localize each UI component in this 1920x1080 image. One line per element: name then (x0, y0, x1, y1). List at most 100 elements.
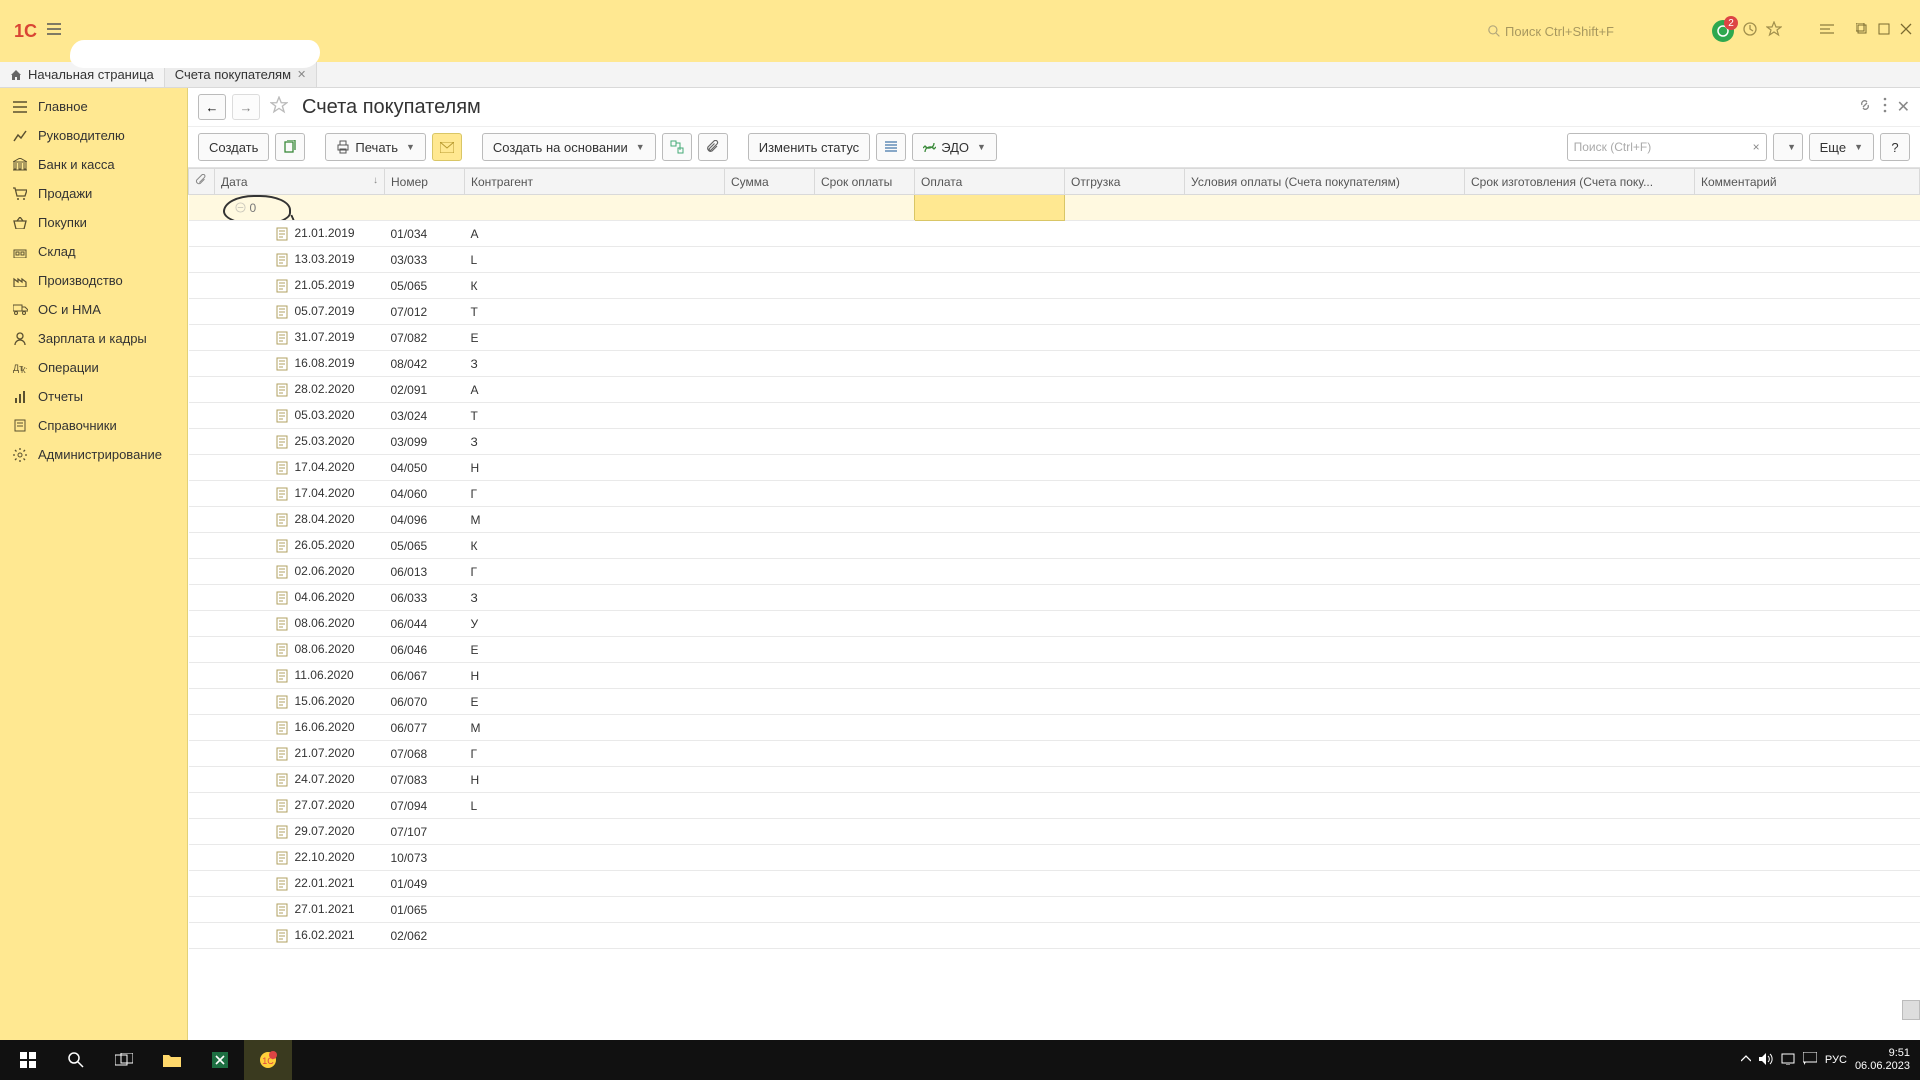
table-row[interactable]: 28.02.202002/091А (189, 377, 1920, 403)
tray-action-center-icon[interactable] (1803, 1052, 1817, 1068)
sidebar-item-7[interactable]: ОС и НМА (0, 295, 187, 324)
print-button[interactable]: Печать▼ (325, 133, 426, 161)
table-row[interactable]: 25.03.202003/099З (189, 429, 1920, 455)
tray-chevron-icon[interactable] (1741, 1054, 1751, 1066)
nav-back-button[interactable]: ← (198, 94, 226, 120)
envelope-button[interactable] (432, 133, 462, 161)
toolbar-search[interactable]: Поиск (Ctrl+F) × (1567, 133, 1767, 161)
col-mfg-date[interactable]: Срок изготовления (Счета поку... (1465, 169, 1695, 195)
table-row[interactable]: 28.04.202004/096М (189, 507, 1920, 533)
table-row[interactable]: 05.03.202003/024Т (189, 403, 1920, 429)
sidebar-item-10[interactable]: Отчеты (0, 382, 187, 411)
sidebar-item-3[interactable]: Продажи (0, 179, 187, 208)
table-row[interactable]: 04.06.202006/033З (189, 585, 1920, 611)
sidebar-item-12[interactable]: Администрирование (0, 440, 187, 469)
sidebar-item-5[interactable]: Склад (0, 237, 187, 266)
table-row[interactable]: 24.07.202007/083Н (189, 767, 1920, 793)
table-row[interactable]: 11.06.202006/067Н (189, 663, 1920, 689)
table-row[interactable]: 16.02.202102/062 (189, 923, 1920, 949)
table-row[interactable]: 15.06.202006/070Е (189, 689, 1920, 715)
col-sum[interactable]: Сумма (725, 169, 815, 195)
file-explorer-icon[interactable] (148, 1040, 196, 1080)
table-row[interactable]: 08.06.202006/046Е (189, 637, 1920, 663)
copy-button[interactable] (275, 133, 305, 161)
nav-forward-button[interactable]: → (232, 94, 260, 120)
scrollbar-vertical[interactable] (1902, 1000, 1920, 1020)
table-row[interactable]: 17.04.202004/050Н (189, 455, 1920, 481)
table-row[interactable]: 22.10.202010/073 (189, 845, 1920, 871)
search-menu-button[interactable]: ▼ (1773, 133, 1803, 161)
clear-search-icon[interactable]: × (1753, 140, 1760, 154)
col-comment[interactable]: Комментарий (1695, 169, 1920, 195)
link-icon[interactable] (1857, 97, 1873, 118)
tray-clock[interactable]: 9:51 06.06.2023 (1855, 1047, 1910, 1073)
filter-date-cell[interactable]: 0 (215, 195, 385, 221)
table-row[interactable]: 21.01.201901/034А (189, 221, 1920, 247)
tray-volume-icon[interactable] (1759, 1053, 1773, 1068)
table-row[interactable]: 22.01.202101/049 (189, 871, 1920, 897)
more-vertical-icon[interactable] (1883, 97, 1887, 118)
table-row[interactable]: 16.08.201908/042З (189, 351, 1920, 377)
table-row[interactable]: 29.07.202007/107 (189, 819, 1920, 845)
sidebar-item-9[interactable]: ДтКтОперации (0, 353, 187, 382)
sidebar-item-0[interactable]: Главное (0, 92, 187, 121)
table-row[interactable]: 31.07.201907/082Е (189, 325, 1920, 351)
col-terms[interactable]: Условия оплаты (Счета покупателям) (1185, 169, 1465, 195)
close-page-icon[interactable]: ✕ (1897, 97, 1910, 118)
table-row[interactable]: 27.07.202007/094L (189, 793, 1920, 819)
hamburger-icon[interactable] (47, 22, 61, 40)
col-contractor[interactable]: Контрагент (465, 169, 725, 195)
history-icon[interactable] (1742, 21, 1758, 42)
search-taskbar-icon[interactable] (52, 1040, 100, 1080)
table-row[interactable]: 16.06.202006/077М (189, 715, 1920, 741)
notifications-badge[interactable]: 2 (1712, 20, 1734, 42)
settings-bars-icon[interactable] (1820, 22, 1834, 40)
list-view-button[interactable] (876, 133, 906, 161)
table-row[interactable]: 26.05.202005/065К (189, 533, 1920, 559)
global-search[interactable]: Поиск Ctrl+Shift+F (1484, 23, 1704, 40)
col-number[interactable]: Номер (385, 169, 465, 195)
tray-network-icon[interactable] (1781, 1053, 1795, 1068)
col-due[interactable]: Срок оплаты (815, 169, 915, 195)
help-button[interactable]: ? (1880, 133, 1910, 161)
window-restore-icon[interactable] (1856, 22, 1868, 40)
favorite-star-icon[interactable] (270, 96, 288, 119)
window-maximize-icon[interactable] (1878, 22, 1890, 40)
sidebar-item-6[interactable]: Производство (0, 266, 187, 295)
col-date[interactable]: Дата↓ (215, 169, 385, 195)
sidebar-item-8[interactable]: Зарплата и кадры (0, 324, 187, 353)
star-icon[interactable] (1766, 21, 1782, 42)
excel-icon[interactable] (196, 1040, 244, 1080)
tray-lang[interactable]: РУС (1825, 1054, 1847, 1066)
table-row[interactable]: 13.03.201903/033L (189, 247, 1920, 273)
table-row[interactable]: 27.01.202101/065 (189, 897, 1920, 923)
sidebar-item-1[interactable]: Руководителю (0, 121, 187, 150)
table-row[interactable]: 02.06.202006/013Г (189, 559, 1920, 585)
change-status-button[interactable]: Изменить статус (748, 133, 870, 161)
filter-payment-cell[interactable] (915, 195, 1065, 221)
task-view-icon[interactable] (100, 1040, 148, 1080)
table-row[interactable]: 08.06.202006/044У (189, 611, 1920, 637)
table-row[interactable]: 05.07.201907/012Т (189, 299, 1920, 325)
table-row[interactable]: 17.04.202004/060Г (189, 481, 1920, 507)
related-docs-button[interactable] (662, 133, 692, 161)
start-button[interactable] (4, 1040, 52, 1080)
col-attach[interactable] (189, 169, 215, 195)
attach-button[interactable] (698, 133, 728, 161)
tab-close-icon[interactable]: ✕ (297, 68, 306, 81)
1c-taskbar-icon[interactable]: 1C (244, 1040, 292, 1080)
more-button[interactable]: Еще▼ (1809, 133, 1874, 161)
edo-icon (923, 141, 936, 154)
sidebar-item-4[interactable]: Покупки (0, 208, 187, 237)
row-date: 13.03.2019 (295, 252, 355, 266)
sidebar-item-2[interactable]: Банк и касса (0, 150, 187, 179)
table-row[interactable]: 21.05.201905/065К (189, 273, 1920, 299)
create-button[interactable]: Создать (198, 133, 269, 161)
table-row[interactable]: 21.07.202007/068Г (189, 741, 1920, 767)
col-shipment[interactable]: Отгрузка (1065, 169, 1185, 195)
sidebar-item-11[interactable]: Справочники (0, 411, 187, 440)
create-based-on-button[interactable]: Создать на основании▼ (482, 133, 656, 161)
edo-button[interactable]: ЭДО▼ (912, 133, 997, 161)
col-payment[interactable]: Оплата (915, 169, 1065, 195)
window-close-icon[interactable] (1900, 22, 1912, 40)
